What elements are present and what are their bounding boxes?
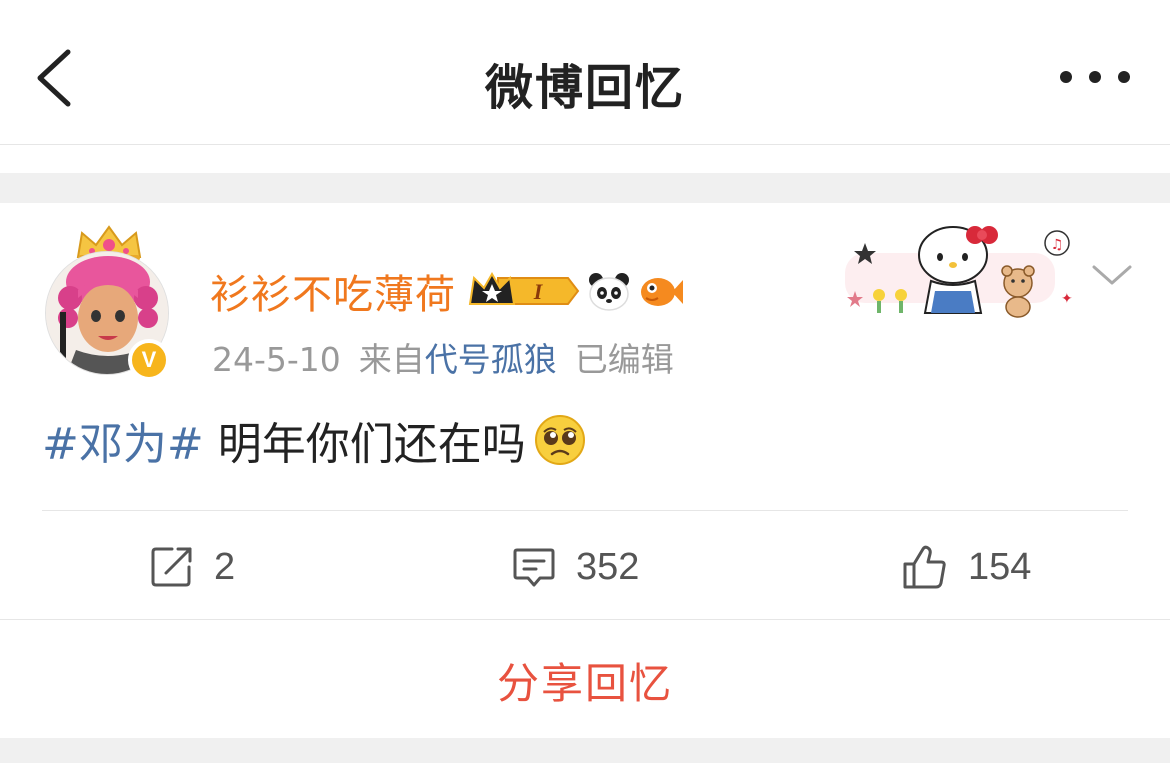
user-badges: I (468, 270, 684, 312)
share-memory-button[interactable]: 分享回忆 (0, 650, 1170, 711)
level-badge-text: I (533, 279, 544, 304)
post-date: 24-5-10 (212, 340, 341, 379)
comment-count: 352 (576, 545, 640, 588)
more-dots-icon (1060, 71, 1072, 83)
hashtag-link[interactable]: #邓为# (42, 408, 204, 472)
panda-icon[interactable] (586, 270, 632, 312)
post-card: V 衫衫不吃薄荷 I 24-5-10 来自代号孤狼 已编辑 ♫ ✦ #邓为# 明… (0, 203, 1170, 738)
username[interactable]: 衫衫不吃薄荷 (210, 262, 456, 320)
more-dots-icon (1089, 71, 1101, 83)
section-separator (0, 738, 1170, 763)
thumbs-up-icon (903, 545, 946, 589)
like-count: 154 (968, 545, 1032, 588)
chevron-down-icon[interactable] (1090, 261, 1134, 289)
vip-crown-level-badge-icon[interactable]: I (468, 270, 580, 312)
repost-icon (151, 547, 192, 587)
post-source-link[interactable]: 代号孤狼 (425, 340, 557, 379)
verified-badge: V (128, 339, 170, 381)
orange-fish-icon[interactable] (638, 270, 684, 312)
svg-text:♫: ♫ (1051, 237, 1064, 253)
like-button[interactable]: 154 (902, 539, 1031, 595)
page-title: 微博回忆 (484, 60, 685, 116)
from-label: 来自 (358, 340, 425, 379)
edited-label: 已编辑 (574, 340, 674, 379)
repost-button[interactable]: 2 (150, 539, 235, 595)
comment-button[interactable]: 352 (512, 539, 639, 595)
avatar[interactable]: V (40, 223, 180, 383)
divider (42, 510, 1128, 511)
post-meta: 24-5-10 来自代号孤狼 已编辑 (212, 333, 674, 381)
divider (0, 619, 1170, 620)
username-row: 衫衫不吃薄荷 I (210, 261, 684, 321)
post-text: 明年你们还在吗 (217, 419, 526, 470)
top-nav-bar: 微博回忆 (0, 0, 1170, 145)
svg-text:✦: ✦ (1061, 291, 1073, 307)
post-content: #邓为# 明年你们还在吗 (42, 408, 586, 472)
more-options-button[interactable] (1060, 62, 1130, 92)
hello-kitty-decoration-icon: ♫ ✦ (845, 226, 1073, 318)
action-bar: 2 352 154 (0, 523, 1170, 618)
pleading-face-icon (534, 415, 585, 465)
section-separator (0, 173, 1170, 203)
comment-icon (513, 548, 555, 587)
repost-count: 2 (214, 545, 236, 588)
more-dots-icon (1118, 71, 1130, 83)
